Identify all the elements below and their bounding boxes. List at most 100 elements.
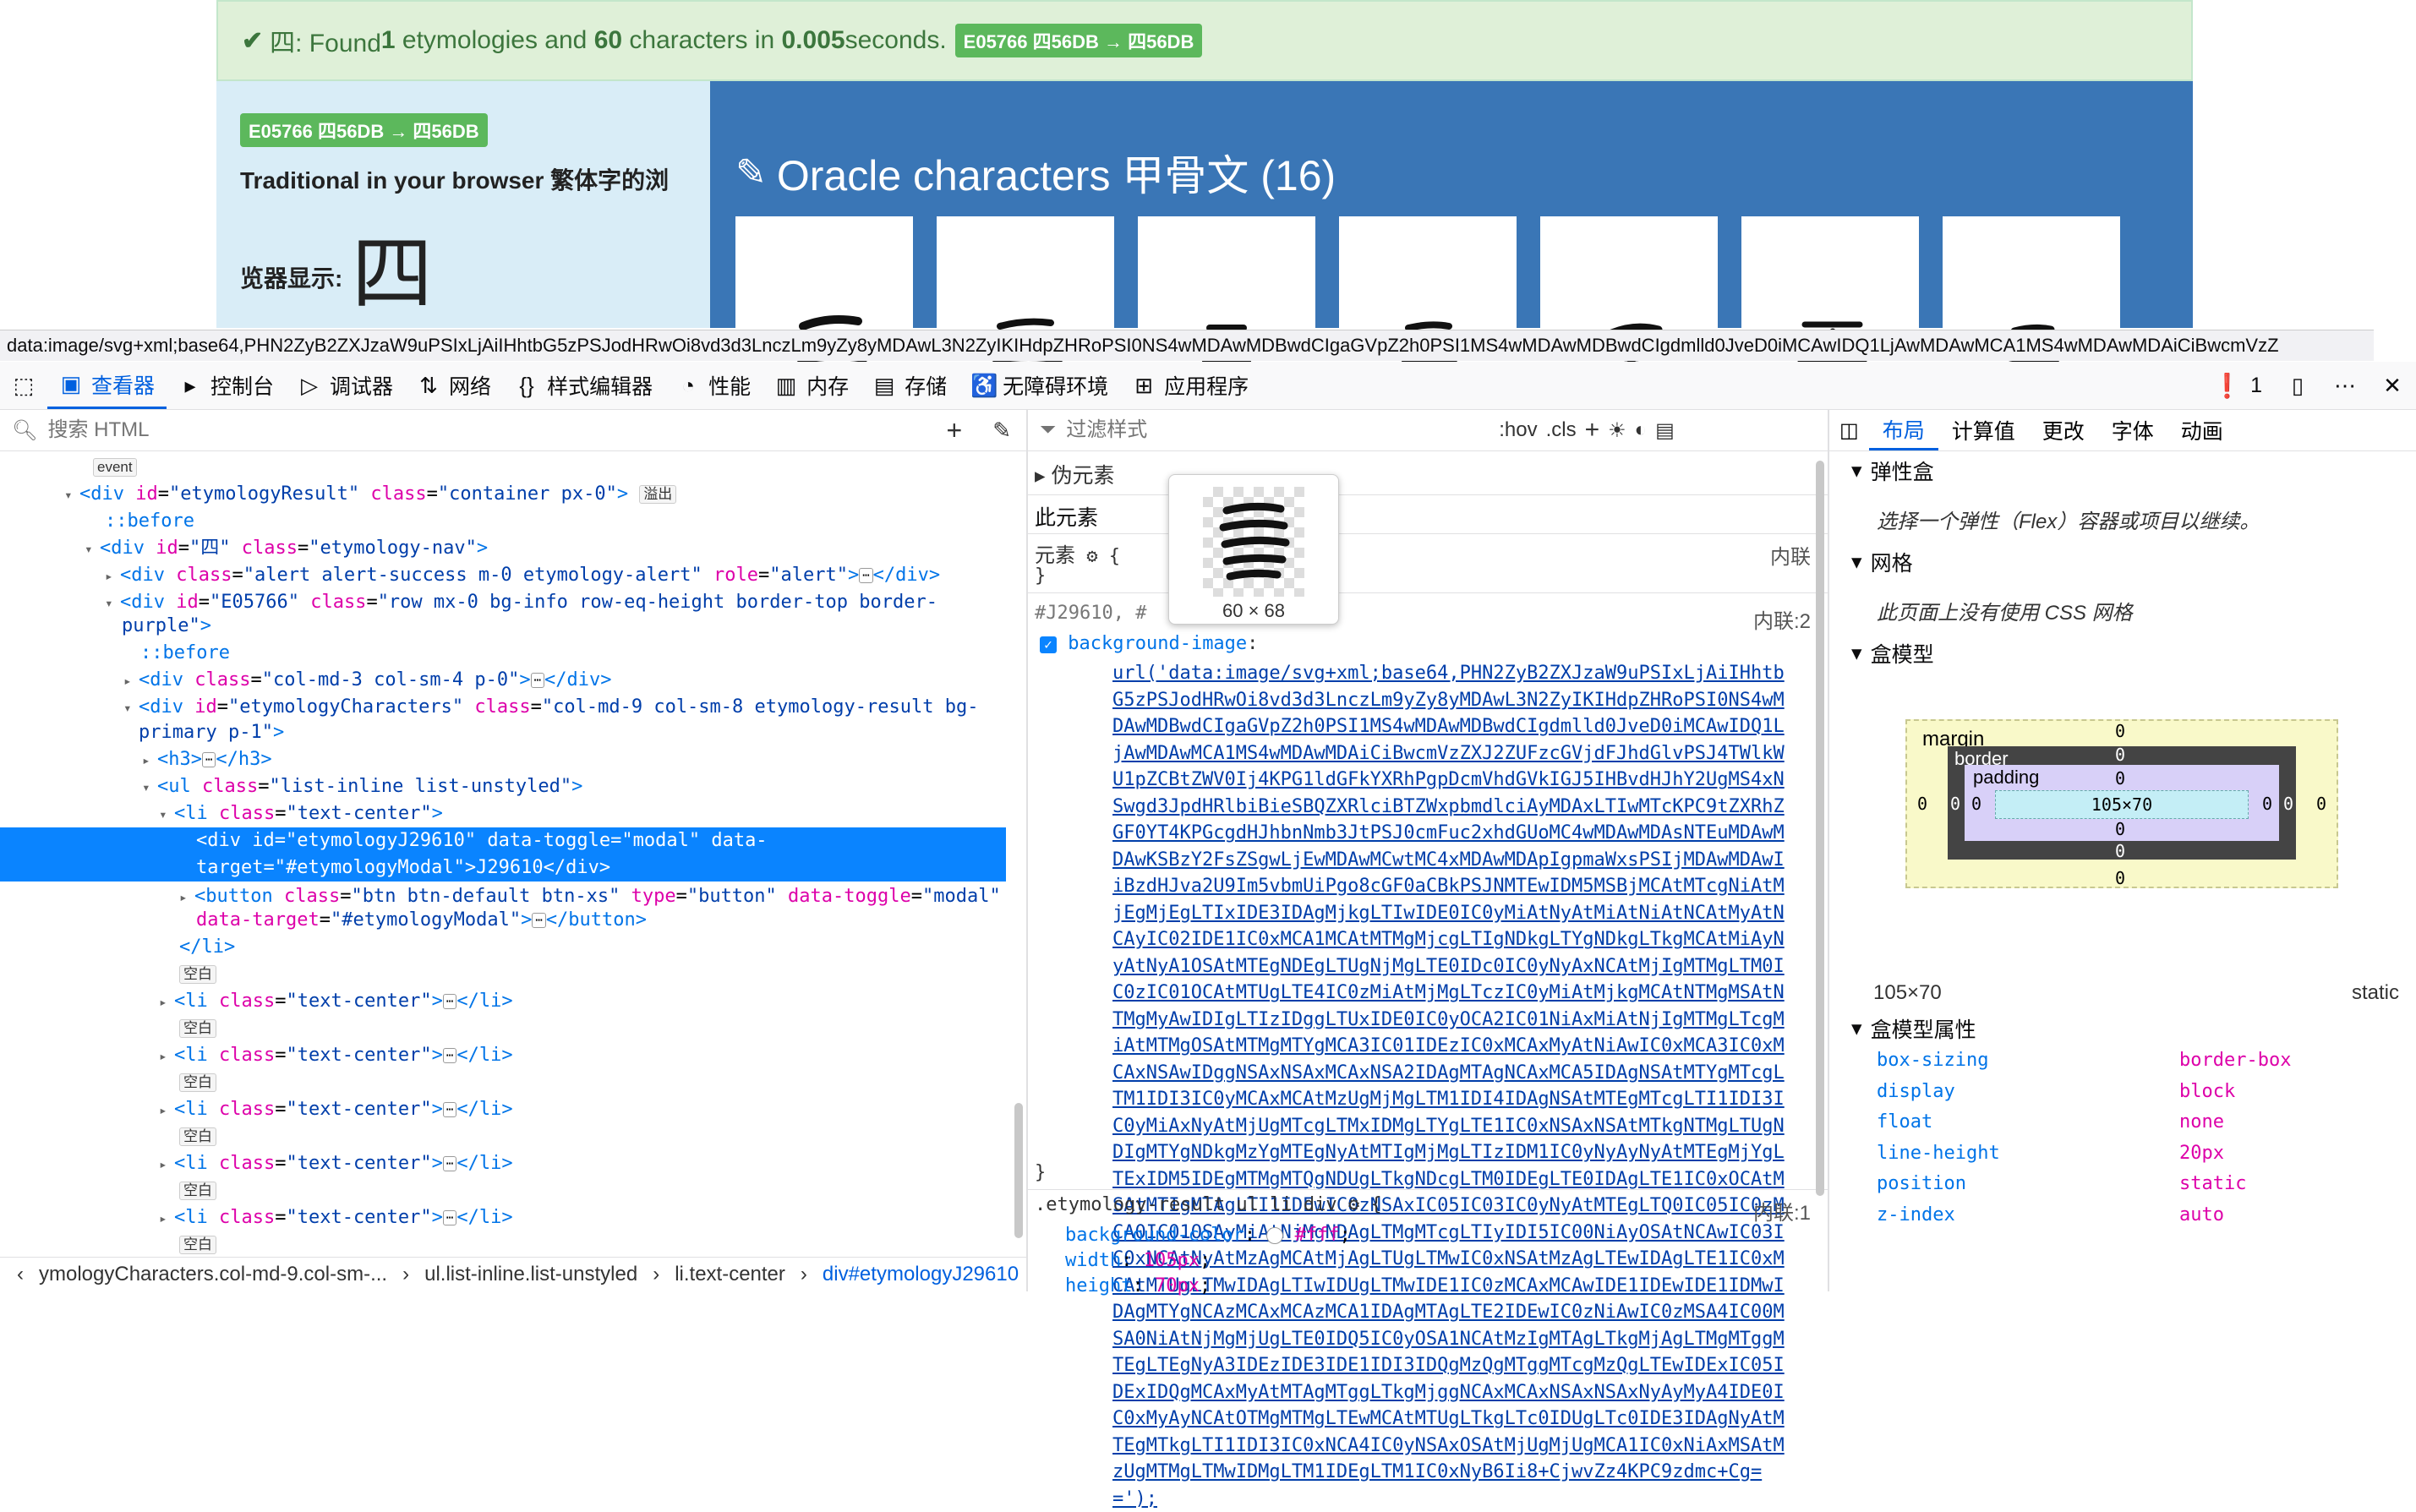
gear-icon[interactable]: ⚙ [1348,1194,1359,1215]
margin-top-value[interactable]: 0 [2115,721,2125,741]
gear-icon[interactable]: ⚙ [1086,546,1097,567]
border-left-value[interactable]: 0 [1950,794,1960,814]
rule-declaration[interactable]: width: 105px; [1065,1248,1351,1274]
add-node-icon[interactable]: + [947,415,963,446]
tab-application[interactable]: ⊞ 应用程序 [1120,362,1260,409]
tree-line[interactable]: ▸ <h3> ⋯ </h3> [0,746,1006,774]
tab-animations[interactable]: 动画 [2167,410,2237,450]
tree-line[interactable]: ▸ <li class="text-center"> ⋯ </li> [0,988,1006,1016]
tree-line[interactable]: ▸ <li class="text-center"> ⋯ </li> [0,1150,1006,1178]
background-image-value[interactable]: url('data:image/svg+xml;base64,PHN2ZyB2Z… [1112,660,1789,1512]
cls-toggle[interactable]: .cls [1546,418,1577,442]
tab-network[interactable]: ⇅ 网络 [405,362,503,409]
close-devtools-button[interactable]: ✕ [2369,362,2416,409]
markup-tree[interactable]: event ▾ <div id="etymologyResult" class="… [0,454,1006,1254]
color-swatch[interactable] [1266,1227,1284,1244]
tab-layout[interactable]: 布局 [1868,410,1938,450]
rule-declaration[interactable]: ✓ background-image: [1040,633,1258,654]
tree-line[interactable]: </li> [0,934,1006,961]
padding-bottom-value[interactable]: 0 [2115,819,2125,839]
pseudo-elements-toggle[interactable]: ▸ 伪元素 [1035,459,1115,489]
html-scrollbar[interactable] [1014,1103,1023,1238]
breadcrumb-back-icon[interactable]: ‹ [17,1263,24,1286]
tree-line[interactable]: ▸ <div class="alert alert-success m-0 ety… [0,562,1006,590]
html-search-input[interactable] [46,418,938,443]
tab-performance[interactable]: ◔ 性能 [664,362,763,409]
breadcrumb-item[interactable]: li.text-center [675,1263,785,1286]
more-options-button[interactable]: ⋯ [2321,362,2369,409]
dark-theme-icon[interactable]: ◐ [1635,418,1648,442]
tree-line[interactable]: ▸ <div class="col-md-3 col-sm-4 p-0"> ⋯ </d… [0,667,1006,695]
tree-line[interactable]: ▾ <div id="etymologyResult" class="contai… [0,481,1006,509]
padding-top-value[interactable]: 0 [2115,768,2125,789]
tab-inspector[interactable]: ▣ 查看器 [47,362,167,409]
boxmodel-props-header[interactable]: ▾ 盒模型属性 [1851,1012,1976,1045]
print-media-icon[interactable]: ▤ [1655,418,1675,443]
tab-fonts[interactable]: 字体 [2098,410,2167,450]
grid-section-header[interactable]: ▾ 网格 [1851,545,1913,579]
tab-storage[interactable]: ▤ 存储 [861,362,959,409]
rule-source[interactable]: 内联:2 [1753,604,1811,634]
element-picker-button[interactable]: ⬚ [0,362,47,409]
tab-changes[interactable]: 更改 [2029,410,2098,450]
tree-line[interactable]: ▸ <li class="text-center"> ⋯ </li> [0,1204,1006,1232]
eyedropper-icon[interactable]: ✎ [992,418,1011,444]
border-right-value[interactable]: 0 [2283,794,2293,814]
border-bottom-value[interactable]: 0 [2115,841,2125,861]
add-rule-icon[interactable]: + [1585,416,1600,445]
tab-computed[interactable]: 计算值 [1938,410,2029,450]
property-name[interactable]: background-image [1068,633,1247,654]
tree-line[interactable]: ::before [0,508,1006,535]
border-top-value[interactable]: 0 [2115,745,2125,765]
expand-icon: ▸ [1035,464,1052,488]
tab-debugger[interactable]: ▷ 调试器 [286,362,405,409]
tab-accessibility[interactable]: ♿ 无障碍环境 [959,362,1120,409]
tree-line[interactable]: ▸ <li class="text-center"> ⋯ </li> [0,1042,1006,1070]
box-model-border[interactable]: border 0 0 0 0 padding 0 0 0 0 105×70 [1948,745,2296,861]
tree-line[interactable]: ::before [0,640,1006,667]
margin-bottom-value[interactable]: 0 [2115,868,2125,888]
rules-filter-input[interactable] [1064,418,1491,443]
tree-line[interactable]: ▾ <div id="etymologyCharacters" class="co… [0,694,1006,722]
box-model-margin[interactable]: margin 0 0 0 0 border 0 0 0 0 padding 0 … [1905,719,2338,888]
tree-line[interactable]: ▾ <div id="四" class="etymology-nav"> [0,535,1006,563]
breadcrumb-item-current[interactable]: div#etymologyJ29610 [823,1263,1019,1286]
breadcrumb-item[interactable]: ymologyCharacters.col-md-9.col-sm-... [39,1263,387,1286]
boxmodel-section-header[interactable]: ▾ 盒模型 [1851,636,1934,670]
box-model-content[interactable]: 105×70 [1995,790,2249,819]
event-badge[interactable]: event [93,458,137,477]
flexbox-hint: 选择一个弹性（Flex）容器或项目以继续。 [1877,510,2260,533]
tab-memory[interactable]: ▥ 内存 [763,362,861,409]
tree-line[interactable]: ▾ <li class="text-center"> [0,800,1006,828]
rule-declaration[interactable]: height: 70px; [1065,1274,1351,1299]
padding-left-value[interactable]: 0 [1971,794,1981,814]
overflow-badge[interactable]: 溢出 [639,485,677,504]
tree-line[interactable]: ▾ <ul class="list-inline list-unstyled"> [0,773,1006,801]
margin-left-value[interactable]: 0 [1917,794,1927,814]
box-model-padding[interactable]: padding 0 0 0 0 105×70 [1965,765,2279,841]
etymology-rule-selector[interactable]: .etymology-result ul li div ⚙ { [1035,1194,1382,1215]
error-count[interactable]: ❗ 1 [2200,362,2274,409]
enable-checkbox[interactable]: ✓ [1040,636,1057,653]
rule-source[interactable]: 内联 [1770,540,1811,570]
responsive-design-button[interactable]: ▯ [2274,362,2321,409]
tree-line-selected[interactable]: <div id="etymologyJ29610" data-toggle="m… [0,827,1006,882]
search-icon: 🔍︎ [12,418,38,442]
padding-right-value[interactable]: 0 [2262,794,2272,814]
flexbox-section-header[interactable]: ▾ 弹性盒 [1851,454,1934,488]
tab-style-editor[interactable]: {} 样式编辑器 [503,362,664,409]
rule-source[interactable]: 内联:1 [1753,1196,1811,1225]
rule-declaration[interactable]: background-color: #fff; [1065,1223,1351,1248]
toggle-sidebar-icon[interactable]: ◫ [1829,418,1869,443]
rules-scrollbar[interactable] [1816,461,1824,1196]
hov-toggle[interactable]: :hov [1499,418,1537,442]
tab-console[interactable]: ▸ 控制台 [167,362,286,409]
breadcrumb-item[interactable]: ul.list-inline.list-unstyled [424,1263,637,1286]
element-rule[interactable]: 元素 ⚙ { [1035,538,1120,568]
rule-declarations[interactable]: background-color: #fff; width: 105px; he… [1065,1223,1351,1299]
edit-icon[interactable]: ✎ [735,151,767,194]
url-value[interactable]: url('data:image/svg+xml;base64,PHN2ZyB2Z… [1112,663,1785,1509]
margin-right-value[interactable]: 0 [2316,794,2326,814]
tree-line[interactable]: ▸ <li class="text-center"> ⋯ </li> [0,1096,1006,1124]
light-theme-icon[interactable]: ☀ [1608,418,1626,443]
